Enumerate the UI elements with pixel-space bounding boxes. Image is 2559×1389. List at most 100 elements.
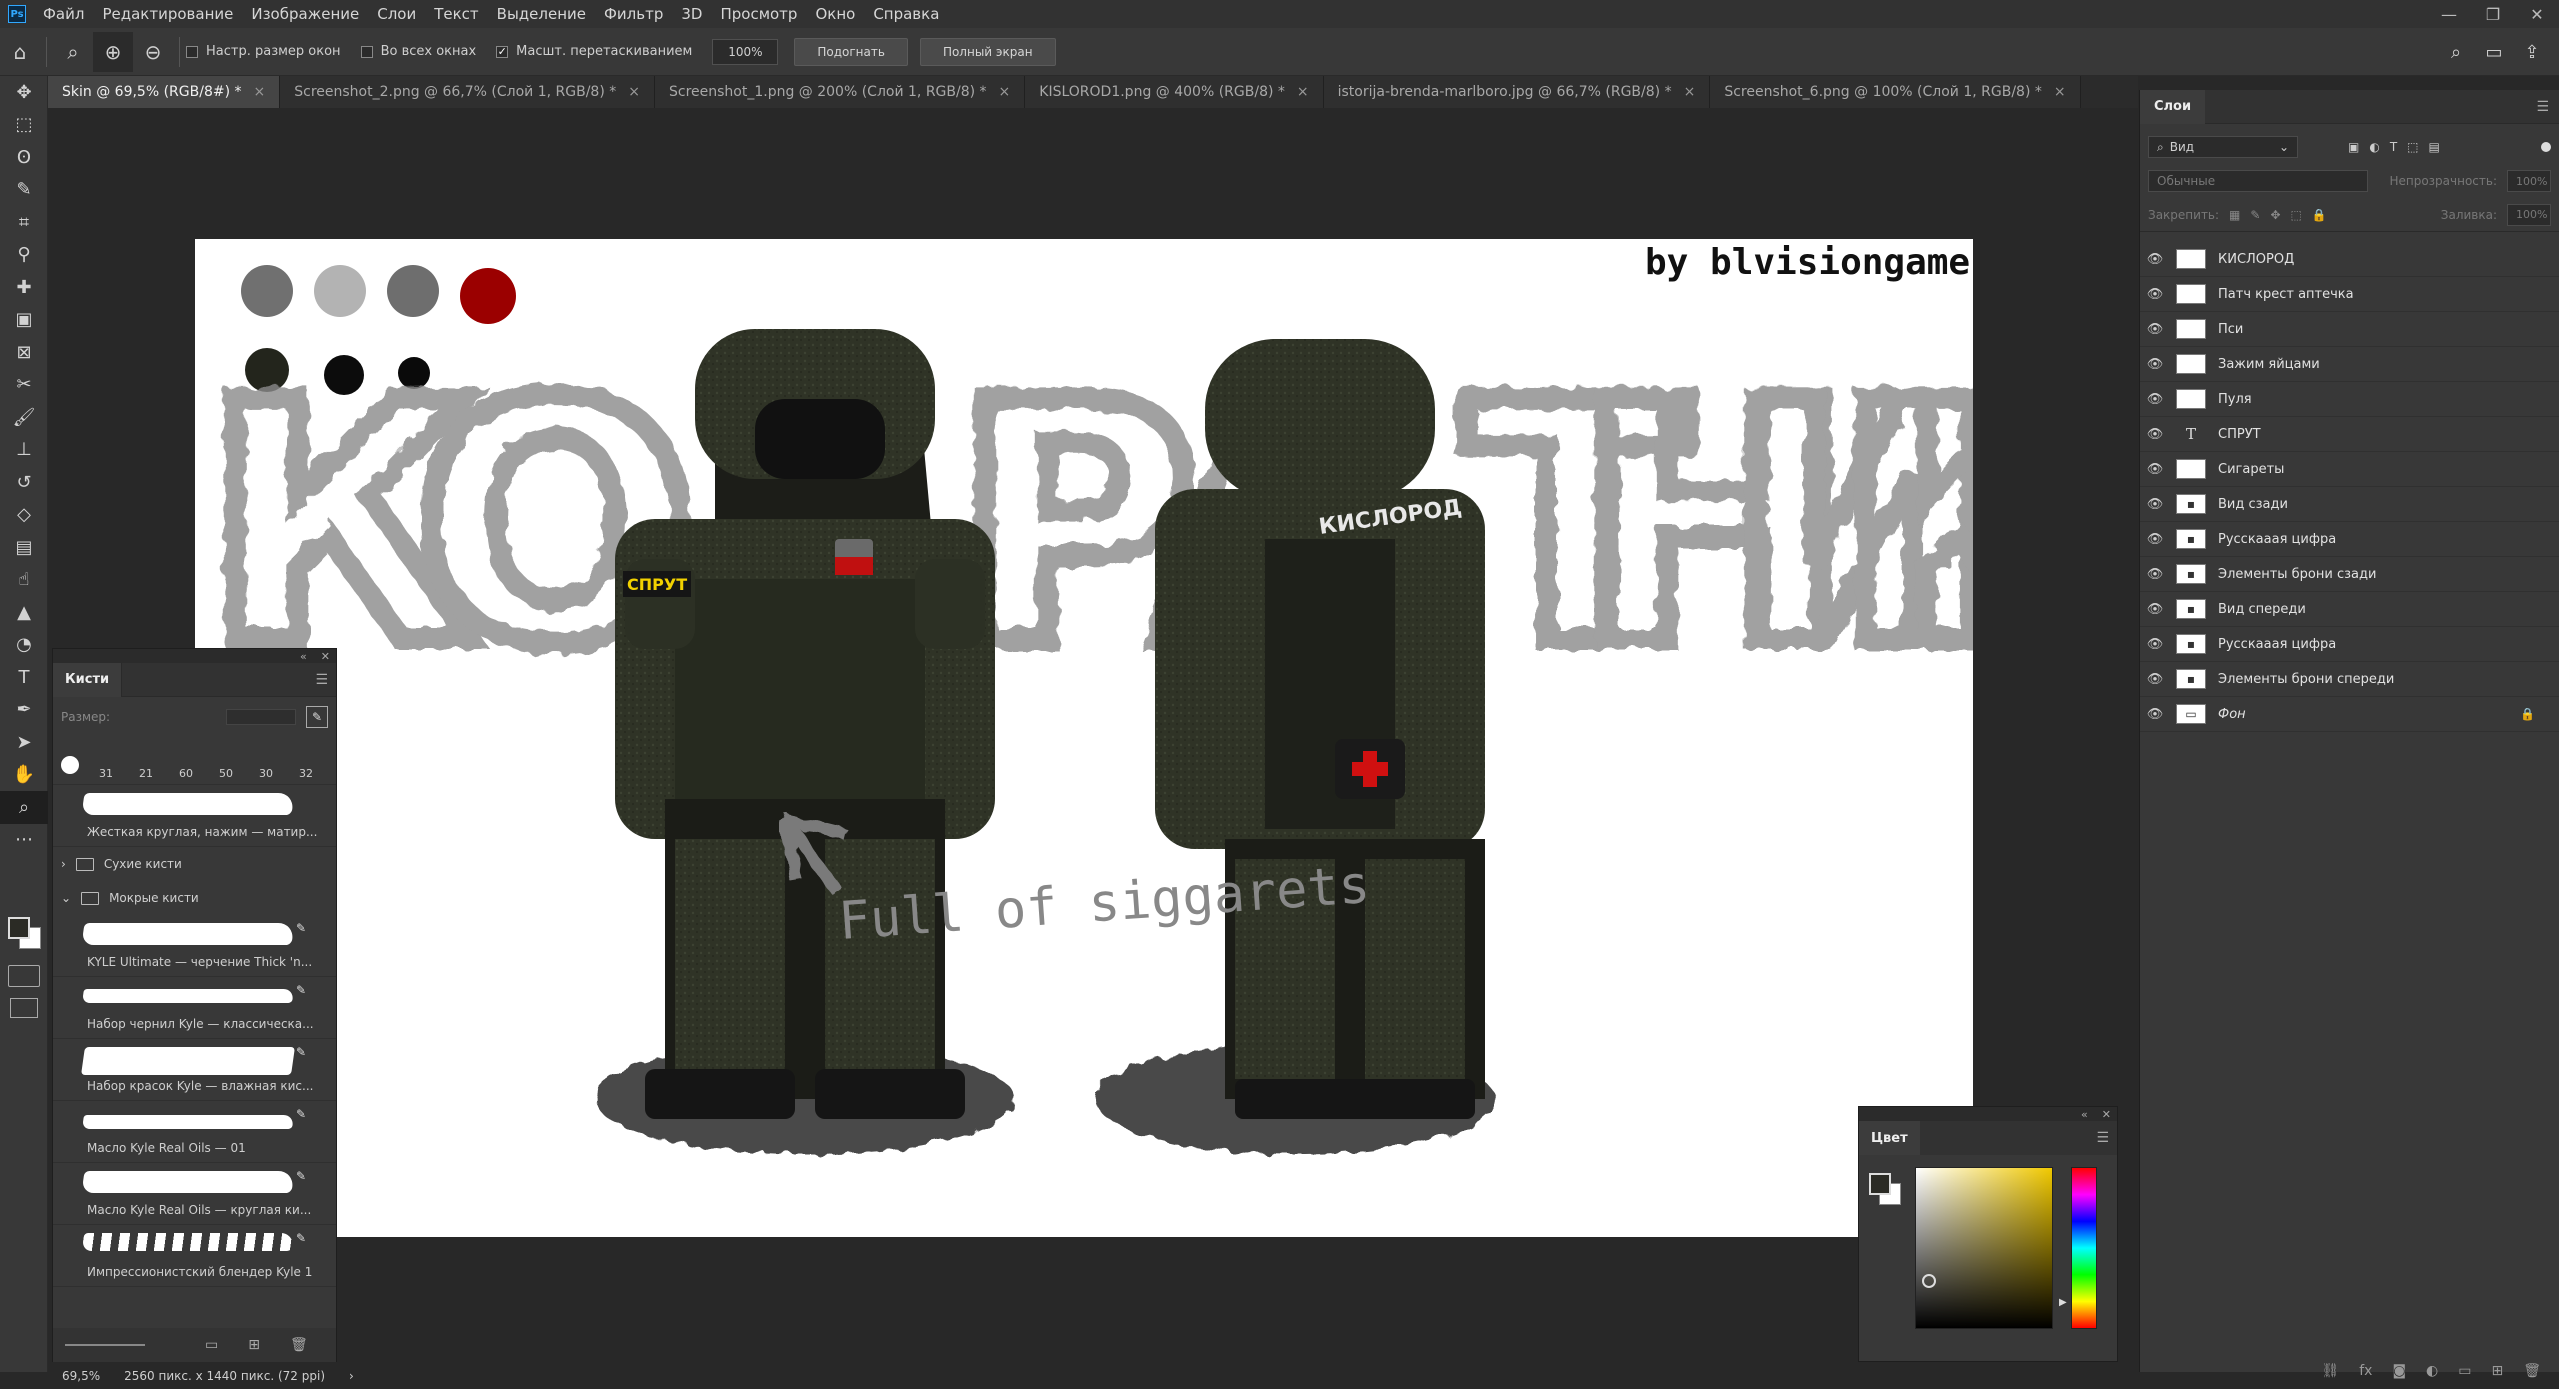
eye-icon[interactable]: 👁 (2140, 637, 2170, 652)
eye-icon[interactable]: 👁 (2140, 357, 2170, 372)
lock-all-icon[interactable]: 🔒 (2312, 208, 2327, 222)
menu-image[interactable]: Изображение (242, 5, 368, 23)
filter-type-icon[interactable]: T (2390, 140, 2397, 154)
document-canvas[interactable]: К О Р А Т Н И К by blvisiongame (195, 239, 1973, 1237)
quick-select-tool-icon[interactable]: ✎ (0, 174, 48, 207)
close-tab-icon[interactable]: × (1684, 84, 1696, 100)
trash-icon[interactable]: 🗑 (290, 1337, 308, 1353)
healing-brush-icon[interactable]: ✚ (0, 271, 48, 304)
eye-icon[interactable]: 👁 (2140, 497, 2170, 512)
brush-tool-icon[interactable]: 🖌 (0, 401, 48, 434)
zoom-level[interactable]: 69,5% (62, 1369, 100, 1383)
eraser-tool-icon[interactable]: ◇ (0, 499, 48, 532)
tab-brushes[interactable]: Кисти (53, 662, 123, 697)
layer-row[interactable]: 👁 Патч крест аптечка (2140, 277, 2559, 312)
panel-menu-icon[interactable]: ☰ (2536, 99, 2549, 115)
tab-document[interactable]: istorija-brenda-marlboro.jpg @ 66,7% (RG… (1323, 76, 1711, 108)
path-select-icon[interactable]: ➤ (0, 726, 48, 759)
scissors-icon[interactable]: ✂ (0, 369, 48, 402)
tab-document[interactable]: KISLOROD1.png @ 400% (RGB/8) * × (1025, 76, 1324, 108)
move-tool-icon[interactable]: ✥ (0, 76, 48, 109)
brush-preset[interactable]: 60 (173, 767, 199, 780)
search-icon[interactable]: ⌕ (2437, 42, 2475, 63)
color-picker-cursor[interactable] (1922, 1274, 1936, 1288)
filter-smart-icon[interactable]: ▤ (2429, 140, 2440, 154)
eye-icon[interactable]: 👁 (2140, 672, 2170, 687)
size-input[interactable] (226, 709, 296, 725)
minimize-icon[interactable]: — (2427, 0, 2471, 28)
layer-filter-select[interactable]: ⌕ Вид ⌄ (2148, 136, 2298, 158)
history-brush-icon[interactable]: ↺ (0, 466, 48, 499)
filter-image-icon[interactable]: ▣ (2348, 140, 2359, 154)
lock-position-icon[interactable]: ✥ (2270, 208, 2280, 222)
brush-item[interactable]: ✎ KYLE Ultimate — черчение Thick 'n... (53, 915, 336, 977)
zoom-out-icon[interactable]: ⊖ (133, 32, 173, 72)
layer-row[interactable]: 👁 ▪ Элементы брони сзади (2140, 557, 2559, 592)
zoom-in-icon[interactable]: ⊕ (93, 31, 133, 72)
close-tab-icon[interactable]: × (254, 84, 266, 100)
menu-3d[interactable]: 3D (672, 5, 711, 23)
layer-row[interactable]: 👁 Пси (2140, 312, 2559, 347)
layer-row[interactable]: 👁 Сигареты (2140, 452, 2559, 487)
collapse-icon[interactable]: « (2081, 1108, 2088, 1121)
eye-icon[interactable]: 👁 (2140, 707, 2170, 722)
tab-document[interactable]: Skin @ 69,5% (RGB/8#) * × (48, 76, 281, 108)
menu-layers[interactable]: Слои (368, 5, 425, 23)
brush-preset[interactable]: 50 (213, 767, 239, 780)
lock-pixels-icon[interactable]: ✎ (2250, 208, 2260, 222)
brush-preset[interactable]: 32 (293, 767, 319, 780)
new-layer-icon[interactable]: ⊞ (2491, 1363, 2503, 1379)
filter-toggle[interactable] (2541, 142, 2551, 152)
blend-mode-select[interactable]: Обычные (2148, 170, 2368, 192)
brush-item[interactable]: ✎ Масло Kyle Real Oils — 01 (53, 1101, 336, 1163)
lasso-tool-icon[interactable]: ʘ (0, 141, 48, 174)
brush-folder[interactable]: › Сухие кисти (53, 847, 336, 881)
new-brush-icon[interactable]: ⊞ (248, 1337, 260, 1353)
resize-windows-checkbox[interactable]: Настр. размер окон (186, 44, 341, 59)
eye-icon[interactable]: 👁 (2140, 287, 2170, 302)
restore-icon[interactable]: ❐ (2471, 0, 2515, 28)
brush-item[interactable]: ✎ Набор красок Kyle — влажная кис... (53, 1039, 336, 1101)
hue-slider-handle-icon[interactable]: ▶ (2059, 1297, 2067, 1308)
eyedropper-tool-icon[interactable]: ⚲ (0, 239, 48, 272)
zoom-value-field[interactable]: 100% (712, 38, 779, 65)
round-brush-preset[interactable] (61, 756, 79, 774)
tab-color[interactable]: Цвет (1859, 1121, 1920, 1155)
preview-size-slider[interactable] (65, 1344, 145, 1346)
tab-document[interactable]: Screenshot_1.png @ 200% (Слой 1, RGB/8) … (654, 76, 1026, 108)
workspace-icon[interactable]: ▭ (2475, 42, 2513, 63)
trash-icon[interactable]: 🗑 (2523, 1363, 2541, 1379)
eye-icon[interactable]: 👁 (2140, 602, 2170, 617)
layer-row[interactable]: 👁 ▪ Элементы брони спереди (2140, 662, 2559, 697)
layer-row[interactable]: 👁 T СПРУТ (2140, 417, 2559, 452)
menu-file[interactable]: Файл (34, 5, 93, 23)
zoom-tool-icon[interactable]: ⌕ (53, 32, 93, 72)
close-icon[interactable]: ✕ (2515, 0, 2559, 28)
new-brush-icon[interactable]: ✎ (306, 706, 328, 728)
foreground-color-swatch[interactable] (8, 917, 30, 939)
lock-artboard-icon[interactable]: ⬚ (2291, 208, 2302, 222)
tab-document[interactable]: Screenshot_6.png @ 100% (Слой 1, RGB/8) … (1710, 76, 2081, 108)
brush-folder[interactable]: ⌄ Мокрые кисти (53, 881, 336, 915)
brush-preset[interactable]: 31 (93, 767, 119, 780)
all-windows-checkbox[interactable]: Во всех окнах (360, 44, 476, 59)
layer-row[interactable]: 👁 ▭ Фон 🔒 (2140, 697, 2559, 732)
tab-layers[interactable]: Слои (2140, 89, 2206, 124)
eye-icon[interactable]: 👁 (2140, 322, 2170, 337)
layer-row[interactable]: 👁 ▪ Вид сзади (2140, 487, 2559, 522)
pen-tool-icon[interactable]: ✒ (0, 694, 48, 727)
brush-item[interactable]: ✎ Масло Kyle Real Oils — круглая ки... (53, 1163, 336, 1225)
menu-window[interactable]: Окно (806, 5, 864, 23)
menu-select[interactable]: Выделение (488, 5, 595, 23)
eye-icon[interactable]: 👁 (2140, 532, 2170, 547)
close-tab-icon[interactable]: × (999, 84, 1011, 100)
brush-preset[interactable]: 30 (253, 767, 279, 780)
brush-item[interactable]: Жесткая круглая, нажим — матир... (53, 785, 336, 847)
panel-menu-icon[interactable]: ☰ (315, 672, 328, 688)
eye-icon[interactable]: 👁 (2140, 567, 2170, 582)
zoom-tool-icon[interactable]: ⌕ (0, 791, 48, 824)
home-icon[interactable]: ⌂ (0, 32, 40, 72)
filter-adjustment-icon[interactable]: ◐ (2369, 140, 2379, 154)
link-layers-icon[interactable]: ⛓ (2321, 1363, 2339, 1379)
sharpen-tool-icon[interactable]: ▲ (0, 596, 48, 629)
